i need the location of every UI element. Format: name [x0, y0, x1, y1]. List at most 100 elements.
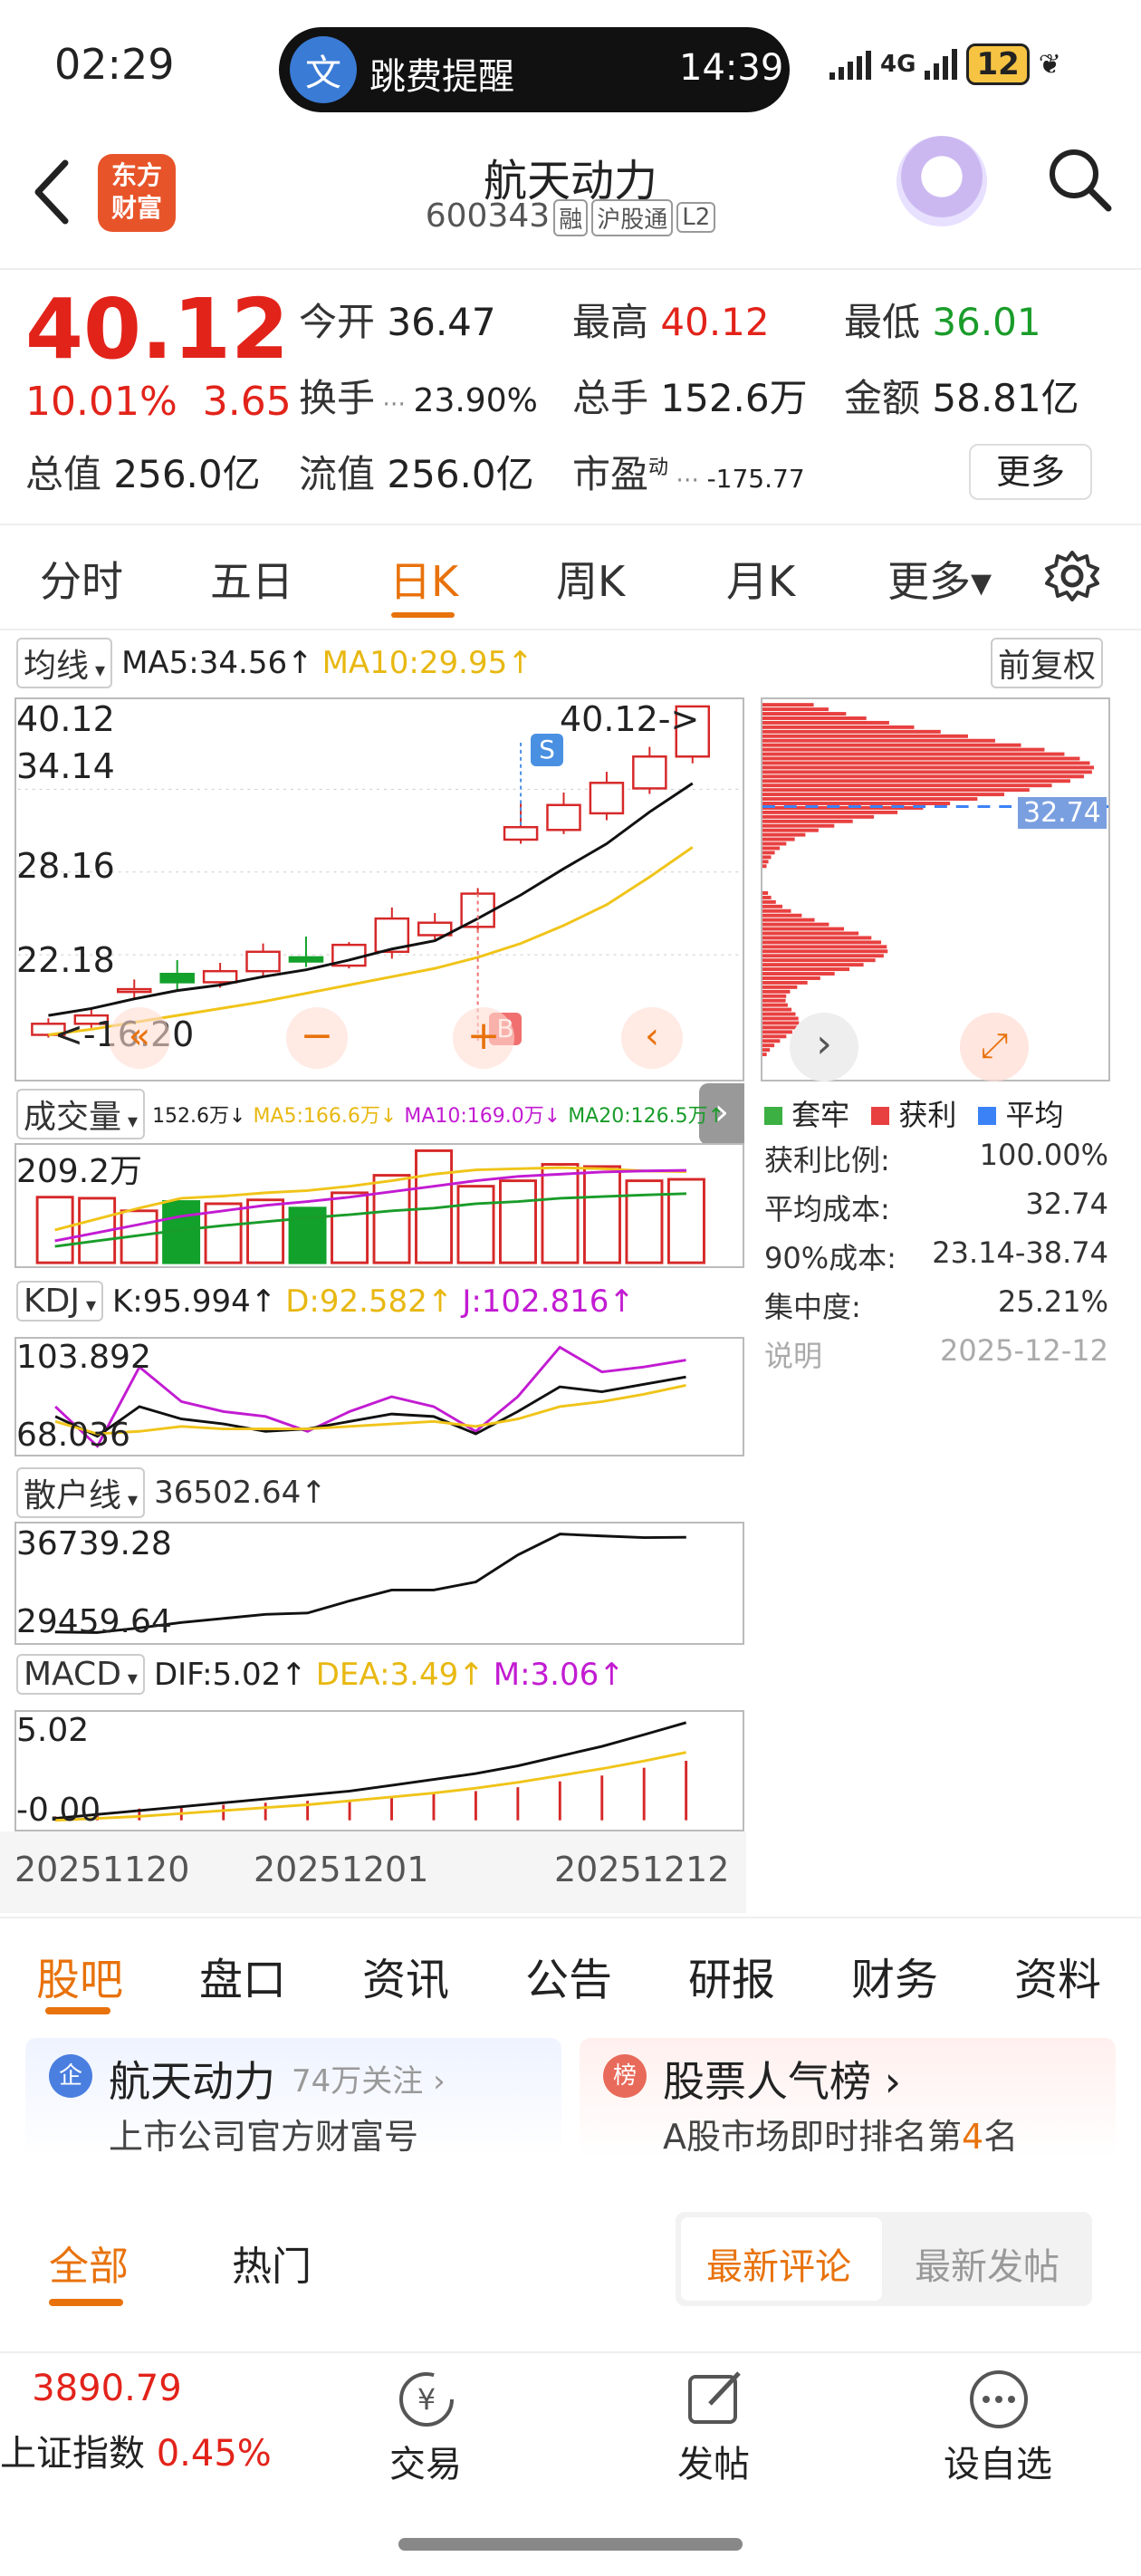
chip-bar [762, 841, 787, 846]
tab-announcements[interactable]: 公告 [525, 1944, 612, 2007]
macd-select[interactable]: MACD ▾ [16, 1654, 145, 1695]
more-button[interactable]: 更多 [969, 444, 1092, 500]
system-icons: 4G 12 ❦ [829, 43, 1061, 85]
nav-post[interactable]: 发帖 [623, 2435, 804, 2487]
retail-line-value: 36502.64↑ [154, 1475, 327, 1511]
chip-bar [762, 927, 845, 931]
ma10-line [48, 846, 694, 1036]
index-value[interactable]: 3890.79 [0, 2368, 214, 2409]
settings-icon[interactable] [1043, 547, 1101, 605]
network-label: 4G [880, 51, 916, 78]
chip-bar [762, 922, 829, 927]
chip-bar [762, 976, 820, 980]
expand-icon[interactable]: ⤢ [960, 1013, 1029, 1081]
stock-code: 600343 [425, 197, 551, 235]
filter-all[interactable]: 全部 [49, 2234, 129, 2292]
company-followers: 74万关注 › [292, 2063, 446, 2100]
index-label[interactable]: 上证指数 0.45% [0, 2424, 272, 2476]
quote-field-value: 23.90% [413, 382, 538, 419]
change-abs: 3.65 [202, 379, 292, 425]
tab-five-day[interactable]: 五日 [210, 549, 293, 609]
tab-orderbook[interactable]: 盘口 [199, 1944, 286, 2007]
zoom-in-button[interactable]: + [453, 1007, 514, 1069]
sort-latest-comment[interactable]: 最新评论 [706, 2237, 851, 2290]
chip-bar [762, 761, 1090, 765]
quote-field-value: 36.47 [387, 300, 496, 344]
kdj-k: K:95.994↑ [112, 1283, 277, 1320]
chip-next-button[interactable]: › [790, 1013, 858, 1081]
legend-trapped-label: 套牢 [791, 1098, 850, 1132]
avg-cost-label: 32.74 [1018, 797, 1107, 829]
tab-more[interactable]: 更多▾ [887, 549, 992, 609]
kdj-k-line [54, 1375, 686, 1438]
kdj-select-label: KDJ [24, 1283, 80, 1320]
info-icon[interactable]: ⋯ [375, 390, 414, 418]
nav-trade[interactable]: 交易 [335, 2435, 516, 2487]
chip-bar [762, 720, 889, 725]
zoom-out-button[interactable]: − [286, 1007, 348, 1069]
chip-bar [762, 1012, 796, 1016]
chip-bar [762, 774, 1084, 779]
chip-bar [762, 810, 898, 814]
scroll-back-button[interactable]: « [109, 1007, 170, 1069]
app-icon: 文 [290, 36, 357, 103]
adjust-button[interactable]: 前复权 [991, 638, 1104, 688]
tab-profile[interactable]: 资料 [1014, 1944, 1101, 2007]
notification-pill[interactable]: 文 跳费提醒 14:39 [279, 27, 790, 112]
macd-tick-low: -0.00 [16, 1792, 101, 1829]
retail-tick-high: 36739.28 [16, 1525, 172, 1562]
chip-bar [762, 851, 775, 855]
search-icon[interactable] [1045, 145, 1114, 214]
ma-select[interactable]: 均线 ▾ [16, 638, 113, 688]
sell-signal[interactable]: S [531, 734, 563, 766]
quote-field-value: -175.77 [706, 464, 805, 494]
macd-chart[interactable] [14, 1710, 744, 1831]
chip-bar [762, 837, 795, 841]
sort-latest-post[interactable]: 最新发帖 [915, 2237, 1060, 2290]
popularity-card[interactable]: 榜 股票人气榜 › A股市场即时排名第4名 [580, 2038, 1116, 2158]
volume-select[interactable]: 成交量 ▾ [16, 1089, 146, 1139]
chip-stat-label: 说明 [764, 1339, 823, 1373]
retail-line-select-label: 散户线 [24, 1477, 122, 1514]
info-icon[interactable]: ⋯ [668, 466, 707, 494]
company-card[interactable]: 企 航天动力 74万关注 › 上市公司官方财富号 [25, 2038, 561, 2158]
chip-bar [762, 899, 776, 904]
chip-bar [762, 765, 1095, 770]
nav-watchlist[interactable]: 设自选 [907, 2435, 1088, 2487]
macd-select-label: MACD [24, 1656, 121, 1693]
kdj-select[interactable]: KDJ ▾ [16, 1281, 103, 1322]
tab-news[interactable]: 资讯 [362, 1944, 449, 2007]
quote-field-label: 总值 [25, 452, 102, 496]
chip-bar [762, 860, 769, 864]
tab-weekly-k[interactable]: 周K [556, 549, 625, 609]
chip-bar [762, 1003, 788, 1007]
tab-guba[interactable]: 股吧 [36, 1944, 123, 2007]
volume-bar [582, 1165, 621, 1264]
chip-bar [762, 855, 772, 860]
candle [159, 973, 195, 984]
trade-icon[interactable]: ¥ [395, 2368, 458, 2431]
assistant-avatar[interactable] [896, 136, 987, 226]
volume-bar [541, 1163, 580, 1264]
chip-bar [762, 788, 1030, 793]
quote-field: 最高 40.12 [572, 292, 770, 347]
chip-bar [762, 1043, 775, 1048]
tab-finance[interactable]: 财务 [851, 1944, 938, 2007]
chip-bar [762, 703, 814, 707]
tab-monthly-k[interactable]: 月K [726, 549, 795, 609]
edit-icon[interactable] [683, 2368, 746, 2431]
quote-field-label: 今开 [299, 300, 376, 344]
chip-bar [762, 954, 884, 958]
tab-research[interactable]: 研报 [688, 1944, 775, 2007]
chip-bar [762, 958, 876, 963]
macd-dea: DEA:3.49↑ [315, 1656, 484, 1693]
scroll-left-button[interactable]: ‹ [621, 1007, 683, 1069]
chip-bar [762, 779, 1070, 783]
tab-indicator [391, 612, 455, 618]
tab-daily-k[interactable]: 日K [389, 549, 458, 609]
chip-bar [762, 743, 1021, 747]
filter-hot[interactable]: 热门 [232, 2234, 312, 2292]
tab-intraday[interactable]: 分时 [40, 549, 123, 609]
retail-line-select[interactable]: 散户线 ▾ [16, 1467, 146, 1518]
more-dots-icon[interactable] [967, 2368, 1031, 2431]
